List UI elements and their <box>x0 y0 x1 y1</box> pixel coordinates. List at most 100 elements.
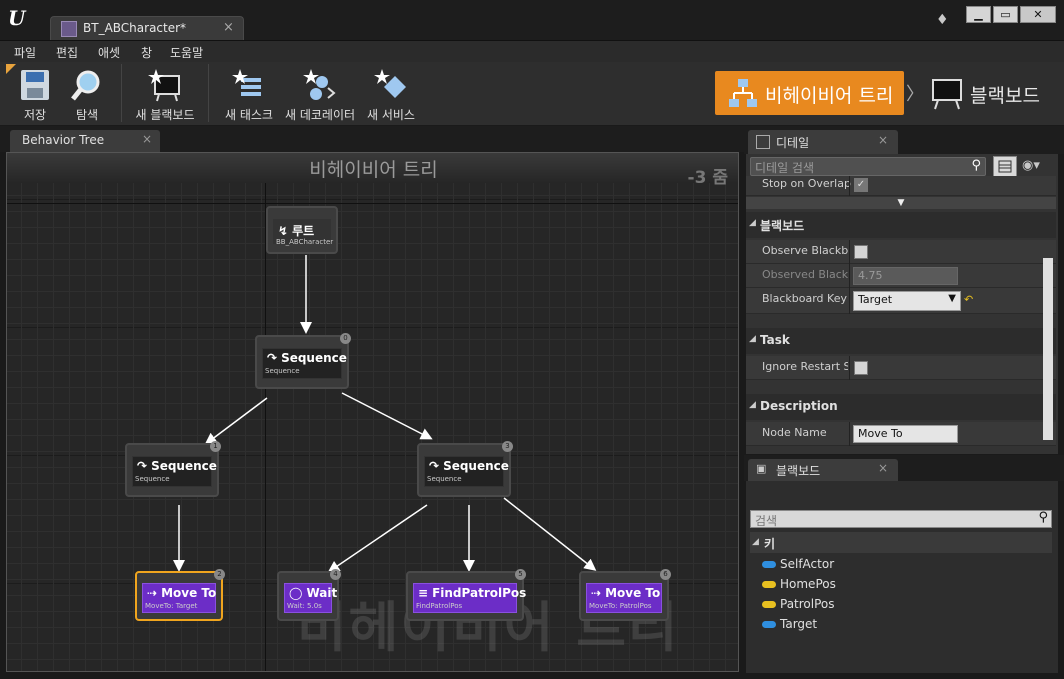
behavior-tree-graph[interactable]: 비헤이비어 트리 -3 줌 비헤이비어 트리 ↯ 루트 BB_ABCharacte… <box>6 152 739 672</box>
close-window-button[interactable]: ✕ <box>1020 6 1056 23</box>
blackboard-key-name: Target <box>780 617 818 631</box>
new-blackboard-label: 새 블랙보드 <box>135 108 195 122</box>
menu-file[interactable]: 파일 <box>14 44 36 61</box>
search-icon: ⚲ <box>971 158 981 173</box>
behavior-tree-asset-icon <box>61 21 77 37</box>
menu-window[interactable]: 창 <box>141 44 152 61</box>
browse-label: 탐색 <box>75 108 99 122</box>
new-task-icon <box>232 69 261 96</box>
ignore-restart-checkbox[interactable] <box>854 361 868 375</box>
dropdown-arrow-icon: ▼ <box>948 293 956 304</box>
details-icon <box>756 135 770 149</box>
move-to-task-title: Move To <box>161 586 217 600</box>
object-key-type-icon <box>762 561 776 568</box>
blackboard-mode-icon <box>932 79 962 110</box>
collapse-triangle-icon: ◢ <box>749 334 756 344</box>
toolbar-separator <box>121 64 122 122</box>
category-description[interactable]: ◢ Description <box>746 394 1056 420</box>
category-blackboard[interactable]: ◢ 블랙보드 <box>746 212 1056 238</box>
blackboard-key-dropdown[interactable]: Target ▼ <box>853 291 961 311</box>
observe-blackboard-checkbox[interactable] <box>854 245 868 259</box>
stop-on-overlap-checkbox[interactable]: ✓ <box>854 178 868 192</box>
property-row: Observed Blackboard Value Tolerance 4.75 <box>746 264 1056 288</box>
root-node[interactable]: ↯ 루트 BB_ABCharacter <box>266 206 338 254</box>
toolbar-separator <box>208 64 209 122</box>
mode-behavior-tree-button[interactable]: 비헤이비어 트리 <box>715 71 904 115</box>
expand-advanced-icon[interactable]: ▼ <box>746 197 1056 209</box>
tab-blackboard-label: 블랙보드 <box>776 464 821 478</box>
menu-help[interactable]: 도움말 <box>170 44 203 61</box>
new-blackboard-icon <box>148 69 180 102</box>
new-service-button[interactable]: 새 서비스 <box>364 64 418 124</box>
mode-blackboard-button[interactable]: 블랙보드 <box>928 71 1054 115</box>
property-matrix-button[interactable] <box>993 156 1017 177</box>
sequence-node[interactable]: ↷ Sequence Sequence 1 <box>125 441 221 497</box>
move-to-task-node[interactable]: ⇢ Move To MoveTo: PatrolPos 6 <box>579 569 671 621</box>
view-options-eye-icon[interactable]: ◉▾ <box>1022 158 1040 173</box>
grid-icon <box>998 160 1012 173</box>
move-to-icon: ⇢ <box>591 586 602 600</box>
sequence-node[interactable]: ↷ Sequence Sequence 0 <box>255 333 351 389</box>
close-icon[interactable]: × <box>142 132 152 146</box>
ignore-restart-label: Ignore Restart Self <box>762 360 848 373</box>
minimize-button[interactable]: ▁ <box>966 6 991 23</box>
move-to-icon: ⇢ <box>147 586 158 600</box>
new-service-label: 새 서비스 <box>367 108 415 122</box>
blackboard-key-name: SelfActor <box>780 557 835 571</box>
close-tab-icon[interactable]: × <box>223 20 234 35</box>
blackboard-search-input[interactable]: 검색 ⚲ <box>750 510 1052 528</box>
property-row: Blackboard Key Target ▼ ↶ <box>746 288 1056 314</box>
details-scrollbar[interactable] <box>1043 258 1053 440</box>
tab-behavior-tree[interactable]: Behavior Tree × <box>10 130 160 152</box>
stop-on-overlap-label: Stop on Overlap <box>762 177 851 190</box>
edge-seq0-seq3 <box>341 392 433 440</box>
property-row: Node Name Move To <box>746 422 1056 446</box>
menu-asset[interactable]: 애셋 <box>98 44 120 61</box>
tab-details[interactable]: 디테일 × <box>748 130 898 154</box>
new-task-button[interactable]: 새 태스크 <box>222 64 276 124</box>
details-search-input[interactable]: 디테일 검색 ⚲ <box>750 157 986 176</box>
observed-tolerance-field[interactable]: 4.75 <box>853 267 958 285</box>
new-service-icon <box>374 69 406 98</box>
tab-details-label: 디테일 <box>776 136 810 150</box>
unreal-logo-icon[interactable]: U <box>8 6 34 32</box>
category-task-label: Task <box>760 333 790 347</box>
save-button[interactable]: 저장 <box>12 64 58 124</box>
blackboard-keys-category[interactable]: ◢ 키 <box>750 532 1052 553</box>
sequence-node-subtitle: Sequence <box>427 475 462 483</box>
menu-edit[interactable]: 편집 <box>56 44 78 61</box>
reset-to-default-icon[interactable]: ↶ <box>964 293 973 306</box>
learn-icon[interactable]: ♦ <box>936 12 956 28</box>
save-label: 저장 <box>23 108 47 122</box>
sequence-node[interactable]: ↷ Sequence Sequence 3 <box>417 441 513 497</box>
wait-task-node[interactable]: ◯ Wait Wait: 5.0s 4 <box>277 569 341 621</box>
task-icon: ≡ <box>418 586 429 600</box>
node-index-badge: 4 <box>330 569 341 580</box>
tab-blackboard[interactable]: ▣ 블랙보드 × <box>748 459 898 481</box>
property-row: Stop on Overlap ✓ <box>746 176 1056 196</box>
mode-behavior-tree-label: 비헤이비어 트리 <box>765 85 894 107</box>
menu-bar <box>0 40 1064 62</box>
maximize-button[interactable]: ▭ <box>993 6 1018 23</box>
vector-key-type-icon <box>762 601 776 608</box>
new-task-label: 새 태스크 <box>225 108 273 122</box>
edge-seq3-move6 <box>503 497 597 571</box>
node-index-badge: 0 <box>340 333 351 344</box>
find-patrol-pos-task-title: FindPatrolPos <box>432 586 527 600</box>
move-to-task-node[interactable]: ⇢ Move To MoveTo: Target 2 <box>135 569 225 621</box>
new-blackboard-button[interactable]: 새 블랙보드 <box>132 64 198 124</box>
find-patrol-pos-task-node[interactable]: ≡ FindPatrolPos FindPatrolPos 5 <box>406 569 527 621</box>
new-decorator-button[interactable]: 새 데코레이터 <box>284 64 356 124</box>
wait-task-subtitle: Wait: 5.0s <box>287 602 322 610</box>
document-tab[interactable]: BT_ABCharacter* × <box>50 16 244 40</box>
category-task[interactable]: ◢ Task <box>746 328 1056 354</box>
node-name-field[interactable]: Move To <box>853 425 958 443</box>
edge-seq3-wait4 <box>327 504 428 573</box>
blackboard-key-name: HomePos <box>780 577 836 591</box>
collapse-triangle-icon: ◢ <box>749 400 756 410</box>
save-icon <box>21 70 49 100</box>
node-index-badge: 3 <box>502 441 513 452</box>
browse-button[interactable]: 탐색 <box>62 64 112 124</box>
close-icon[interactable]: × <box>878 461 888 475</box>
close-icon[interactable]: × <box>878 133 888 147</box>
